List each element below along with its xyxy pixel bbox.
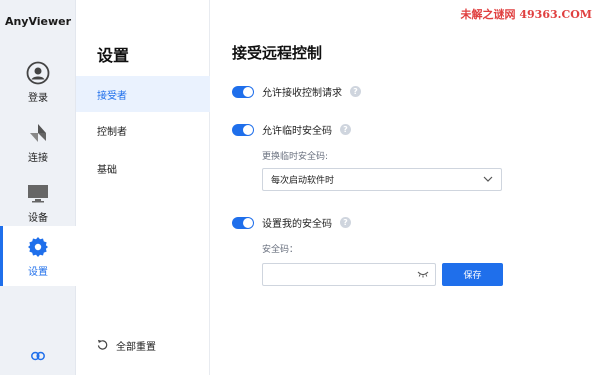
allow-temp-code-label: 允许临时安全码 [262, 126, 332, 137]
rail-item-connect-label: 连接 [28, 152, 48, 164]
app-window: AnyViewer 登录 连接 设备 设置 设置 接受者 控制者 基础 全部重置… [0, 0, 600, 375]
app-brand: AnyViewer [4, 15, 72, 28]
security-code-label: 安全码： [262, 245, 299, 255]
help-icon[interactable]: ? [350, 86, 361, 97]
change-temp-code-select[interactable]: 每次启动软件时 [262, 168, 502, 191]
reset-icon [97, 339, 108, 353]
reset-all-label: 全部重置 [116, 342, 156, 353]
subnav-item-basic[interactable]: 基础 [76, 150, 210, 186]
set-my-code-label: 设置我的安全码 [262, 219, 332, 230]
rail-item-devices[interactable]: 设备 [0, 172, 76, 232]
settings-subnav: 设置 接受者 控制者 基础 全部重置 [76, 0, 210, 375]
rail-item-settings-label: 设置 [28, 266, 48, 278]
page-title: 接受远程控制 [232, 44, 323, 62]
user-icon [26, 61, 50, 85]
rail-item-devices-label: 设备 [28, 212, 48, 224]
subnav-title: 设置 [97, 46, 130, 65]
security-code-input[interactable] [267, 266, 407, 283]
gear-icon [26, 235, 50, 259]
change-temp-code-label: 更换临时安全码: [262, 152, 329, 162]
allow-control-request-label: 允许接收控制请求 [262, 88, 342, 99]
allow-control-request-row: 允许接收控制请求 ? [232, 84, 361, 99]
rail-item-login[interactable]: 登录 [0, 52, 76, 112]
help-icon[interactable]: ? [340, 124, 351, 135]
nav-rail: AnyViewer 登录 连接 设备 设置 [0, 0, 76, 375]
set-my-code-toggle[interactable] [232, 216, 254, 229]
chevron-down-icon [483, 175, 493, 185]
link-icon[interactable] [28, 348, 48, 364]
set-my-code-row: 设置我的安全码 ? [232, 215, 351, 230]
rail-item-login-label: 登录 [28, 92, 48, 104]
reset-all-button[interactable]: 全部重置 [97, 338, 156, 353]
rail-item-settings[interactable]: 设置 [0, 226, 76, 286]
subnav-item-controller[interactable]: 控制者 [76, 112, 210, 148]
allow-temp-code-row: 允许临时安全码 ? [232, 122, 351, 137]
connect-icon [26, 121, 50, 145]
security-code-field [262, 263, 436, 286]
allow-temp-code-toggle[interactable] [232, 123, 254, 136]
allow-control-request-toggle[interactable] [232, 85, 254, 98]
subnav-item-receiver[interactable]: 接受者 [76, 76, 210, 112]
rail-item-connect[interactable]: 连接 [0, 112, 76, 172]
watermark-text: 未解之谜网 49363.COM [460, 8, 592, 21]
monitor-icon [26, 181, 50, 205]
eye-hidden-icon[interactable] [417, 268, 429, 281]
change-temp-code-value: 每次启动软件时 [271, 176, 335, 186]
save-button[interactable]: 保存 [442, 263, 503, 286]
main-panel: 接受远程控制 允许接收控制请求 ? 允许临时安全码 ? 更换临时安全码: 每次启… [210, 0, 600, 375]
help-icon[interactable]: ? [340, 217, 351, 228]
